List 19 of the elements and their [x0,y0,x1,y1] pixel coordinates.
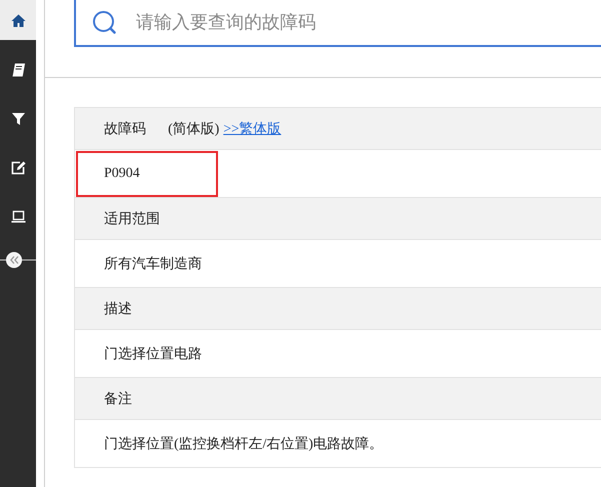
home-icon [10,12,26,28]
search-field[interactable]: 请输入要查询的故障码 [74,0,601,47]
field-value: P0904 [104,166,140,182]
book-icon [10,62,26,76]
field-value: 所有汽车制造商 [104,255,202,272]
laptop-icon [10,208,26,224]
field-label: 故障码 [104,120,146,138]
field-value: 门选择位置电路 [104,345,202,362]
traditional-version-link[interactable]: >>繁体版 [223,120,282,138]
collapse-icon[interactable] [0,250,36,270]
filter-icon [10,110,26,126]
version-label: (简体版) [168,120,220,138]
search-icon [92,10,118,36]
edit-icon [10,160,26,174]
sidebar-item[interactable] [0,0,36,40]
field-label: 备注 [104,390,132,408]
field-label: 描述 [104,300,132,318]
field-label: 适用范围 [104,210,160,228]
field-value: 门选择位置(监控换档杆左/右位置)电路故障。 [104,435,384,452]
